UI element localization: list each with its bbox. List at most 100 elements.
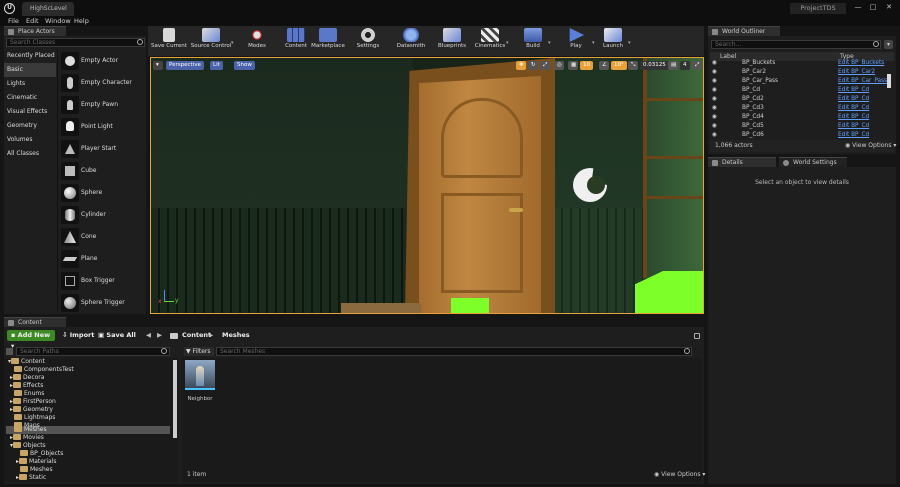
tree-folder-componentstest[interactable]: ComponentsTest (14, 366, 74, 374)
outliner-row-type[interactable]: Edit BP_Cd (838, 122, 869, 130)
marketplace-button[interactable]: Marketplace (310, 28, 346, 54)
asset-tile-neighbor[interactable] (185, 360, 215, 390)
actor-empty-actor[interactable]: Empty Actor (59, 50, 145, 72)
menu-help[interactable]: Help (74, 16, 89, 26)
outliner-row[interactable]: ◉ BP_Cd6 Edit BP_Cd (712, 131, 890, 139)
tree-folder-enums[interactable]: Enums (14, 390, 44, 398)
tree-folder-bp-objects[interactable]: BP_Objects (20, 450, 63, 458)
search-classes-input[interactable]: Search Classes (6, 38, 145, 47)
outliner-search-input[interactable]: Search... (711, 40, 881, 49)
outliner-settings-icon[interactable]: ▾ (884, 40, 893, 49)
play-button[interactable]: Play (564, 28, 588, 54)
grid-snap-value[interactable]: 10 (580, 61, 593, 70)
rotation-snap-value[interactable]: 10° (611, 61, 627, 70)
level-tab[interactable]: HighScLevel (22, 2, 74, 16)
build-button[interactable]: Build (520, 28, 546, 54)
actor-player-start[interactable]: Player Start (59, 138, 145, 160)
chevron-down-icon[interactable]: ▾ (592, 40, 595, 46)
history-forward-icon[interactable]: ▶ (157, 330, 162, 341)
category-cinematic[interactable]: Cinematic (4, 91, 56, 105)
search-paths-input[interactable]: Search Paths (16, 347, 170, 356)
chevron-down-icon[interactable]: ▾ (548, 40, 551, 46)
tree-folder-decora[interactable]: ▸ Decora (10, 374, 44, 382)
translate-icon[interactable]: ✥ (516, 61, 526, 70)
eye-icon[interactable]: ◉ (712, 77, 720, 85)
category-basic[interactable]: Basic (4, 63, 56, 77)
minimize-button[interactable]: — (851, 2, 865, 13)
eye-icon[interactable]: ◉ (712, 131, 720, 139)
rotate-icon[interactable]: ↻ (528, 61, 538, 70)
menu-window[interactable]: Window (45, 16, 71, 26)
tree-folder-static[interactable]: ▸ Static (16, 474, 46, 482)
breadcrumb-content[interactable]: Content (182, 330, 211, 341)
outliner-row[interactable]: ◉ BP_Car_Pass Edit BP_Car_Pass (712, 77, 890, 85)
tree-folder-meshes-sub[interactable]: Meshes (20, 466, 53, 474)
maximize-button[interactable]: □ (866, 2, 880, 13)
datasmith-button[interactable]: Datasmith (394, 28, 428, 54)
scale-snap-icon[interactable]: ⤡ (628, 61, 638, 70)
outliner-row[interactable]: ◉ BP_Cd3 Edit BP_Cd (712, 104, 890, 112)
camera-speed-icon[interactable]: ▤ (668, 61, 678, 70)
outliner-view-options[interactable]: ◉ View Options ▾ (845, 140, 896, 152)
category-lights[interactable]: Lights (4, 77, 56, 91)
tree-folder-meshes[interactable]: Meshes (14, 426, 47, 434)
outliner-row[interactable]: ◉ BP_Cd2 Edit BP_Cd (712, 95, 890, 103)
menu-file[interactable]: File (8, 16, 19, 26)
outliner-row-type[interactable]: Edit BP_Car_Pass (838, 77, 887, 85)
tree-folder-movies[interactable]: ▸ Movies (10, 434, 44, 442)
category-geometry[interactable]: Geometry (4, 119, 56, 133)
import-button[interactable]: ⇩ Import (62, 330, 94, 341)
world-outliner-tab[interactable]: World Outliner (708, 26, 780, 36)
outliner-row[interactable]: ◉ BP_Cd5 Edit BP_Cd (712, 122, 890, 130)
actor-empty-pawn[interactable]: Empty Pawn (59, 94, 145, 116)
outliner-row[interactable]: ◉ BP_Car2 Edit BP_Car2 (712, 68, 890, 76)
outliner-row-type[interactable]: Edit BP_Cd (838, 104, 869, 112)
add-new-button[interactable]: ▪ Add New ▾ (7, 330, 55, 350)
save-current-button[interactable]: Save Current (150, 28, 188, 54)
chevron-down-icon[interactable]: ▾ (231, 40, 234, 46)
outliner-row[interactable]: ◉ BP_Buckets Edit BP_Buckets (712, 59, 890, 67)
filters-button[interactable]: ▼ Filters (184, 347, 214, 356)
tree-folder-materials[interactable]: ▸ Materials (16, 458, 57, 466)
breadcrumb-meshes[interactable]: Meshes (222, 330, 250, 341)
actor-sphere-trigger[interactable]: Sphere Trigger (59, 292, 145, 314)
perspective-button[interactable]: Perspective (166, 61, 204, 70)
outliner-row-type[interactable]: Edit BP_Cd (838, 113, 869, 121)
content-button[interactable]: Content (282, 28, 310, 54)
camera-speed-value[interactable]: 4 (680, 61, 690, 70)
modes-button[interactable]: Modes (242, 28, 272, 54)
place-actors-tab[interactable]: Place Actors (4, 26, 66, 36)
scale-icon[interactable]: ⤢ (540, 61, 550, 70)
viewport-options-chevron-icon[interactable]: ▾ (153, 61, 163, 70)
eye-icon[interactable]: ◉ (712, 68, 720, 76)
content-browser-tab[interactable]: Content Browser (4, 317, 66, 336)
eye-icon[interactable]: ◉ (712, 86, 720, 94)
history-back-icon[interactable]: ◀ (146, 330, 151, 341)
actor-point-light[interactable]: Point Light (59, 116, 145, 138)
outliner-row-type[interactable]: Edit BP_Cd (838, 95, 869, 103)
settings-button[interactable]: Settings (352, 28, 384, 54)
close-button[interactable]: ✕ (882, 2, 896, 13)
globe-icon[interactable]: ◎ (554, 61, 564, 70)
eye-icon[interactable]: ◉ (712, 95, 720, 103)
outliner-scrollbar[interactable] (887, 74, 891, 88)
content-view-options[interactable]: ◉ View Options ▾ (654, 471, 705, 478)
tree-folder-firstperson[interactable]: ▸ FirstPerson (10, 398, 56, 406)
category-all-classes[interactable]: All Classes (4, 147, 56, 161)
maximize-viewport-icon[interactable]: ⤢ (692, 61, 702, 70)
surface-snap-icon[interactable]: ▦ (568, 61, 578, 70)
tree-folder-effects[interactable]: ▸ Effects (10, 382, 43, 390)
save-all-button[interactable]: ▣ Save All (98, 330, 136, 341)
tree-folder-content[interactable]: ▾ Content (8, 358, 45, 366)
sources-toggle-icon[interactable] (6, 348, 13, 355)
details-tab[interactable]: Details (708, 157, 776, 167)
menu-edit[interactable]: Edit (26, 16, 39, 26)
eye-icon[interactable]: ◉ (712, 122, 720, 130)
category-recently-placed[interactable]: Recently Placed (4, 49, 56, 63)
chevron-down-icon[interactable]: ▾ (628, 40, 631, 46)
outliner-row-type[interactable]: Edit BP_Cd (838, 86, 869, 94)
outliner-row-type[interactable]: Edit BP_Car2 (838, 68, 875, 76)
actor-box-trigger[interactable]: Box Trigger (59, 270, 145, 292)
chevron-down-icon[interactable]: ▾ (506, 40, 509, 46)
level-viewport[interactable] (150, 57, 704, 314)
